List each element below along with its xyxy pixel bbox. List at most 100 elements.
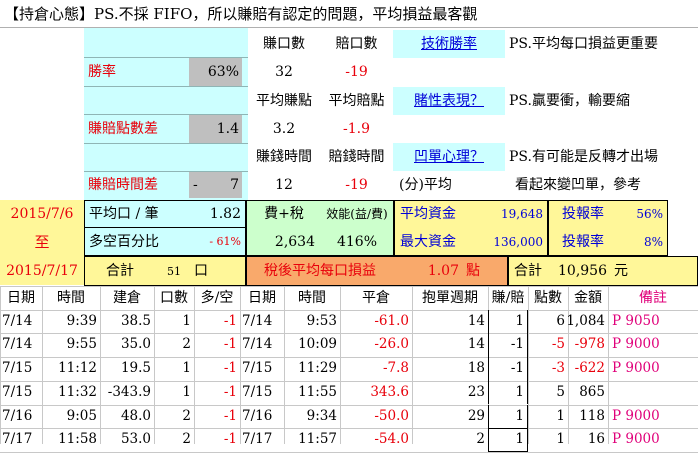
- table-cell-d2: 7/17: [242, 431, 273, 448]
- table-header-12: 金額: [574, 289, 602, 306]
- max-capital-value: 136,000: [493, 235, 543, 249]
- table-cell-wl: 1: [488, 380, 528, 405]
- table-cell-dir: -1: [223, 407, 237, 424]
- table-cell-amt: 865: [579, 383, 605, 400]
- table-cell-hold: 23: [467, 383, 485, 400]
- table-cell-close: -50.0: [374, 407, 409, 424]
- table-header-8: 平倉: [362, 289, 390, 306]
- table-cell-close: -61.0: [374, 312, 409, 329]
- table-cell-hold: 2: [476, 431, 485, 448]
- point-unit: 點: [466, 263, 480, 279]
- max-capital-label: 最大資金: [400, 234, 456, 250]
- table-cell-pts: 1: [556, 431, 565, 448]
- table-cell-d1: 7/14: [2, 336, 33, 353]
- table-cell-d2: 7/15: [242, 360, 273, 377]
- col-win-qty: 賺口數: [263, 36, 305, 52]
- table-header-3: 建倉: [113, 289, 141, 306]
- table-header-13: 備註: [639, 289, 667, 306]
- avg-per-trade-label: 平均口 / 筆: [89, 206, 159, 222]
- date-to: 2015/7/17: [6, 262, 78, 279]
- loss-time-label: 賠錢時間: [328, 149, 385, 165]
- roi-label: 投報率: [562, 206, 604, 222]
- table-cell-dir: -1: [223, 431, 237, 448]
- total-qty: 51: [167, 264, 181, 278]
- after-tax-label: 稅後平均每口損益: [264, 263, 376, 279]
- table-cell-close: -26.0: [374, 336, 409, 353]
- table-cell-note: P 9000: [612, 360, 660, 377]
- date-to-label: 至: [34, 233, 50, 251]
- efficiency-label: 效能(益/費): [326, 207, 388, 221]
- table-cell-t2: 10:09: [298, 336, 337, 353]
- table-cell-amt: 118: [579, 407, 605, 424]
- table-cell-t1: 9:05: [66, 407, 97, 424]
- table-cell-pts: -3: [551, 360, 565, 377]
- qty-unit: 口: [194, 263, 208, 279]
- dip-link[interactable]: 凹單心理？: [393, 143, 505, 171]
- total-label: 合計: [106, 263, 134, 279]
- table-header-10: 賺/賠: [491, 289, 525, 306]
- roi2-label: 投報率: [562, 234, 604, 250]
- table-cell-t1: 9:55: [66, 336, 97, 353]
- table-cell-d1: 7/16: [2, 407, 33, 424]
- table-cell-t1: 9:39: [66, 312, 97, 329]
- table-cell-wl: 1: [488, 309, 528, 334]
- table-cell-hold: 14: [467, 312, 485, 329]
- roi-value: 56%: [636, 207, 663, 221]
- page-title: 【持倉心態】PS.不採 FIFO，所以賺賠有認定的問題，平均損益最客觀: [4, 5, 478, 23]
- table-cell-close: -54.0: [374, 431, 409, 448]
- table-cell-d2: 7/14: [242, 312, 273, 329]
- table-cell-qty: 2: [182, 407, 191, 424]
- table-cell-amt: 1,084: [568, 312, 605, 329]
- table-cell-dir: -1: [223, 360, 237, 377]
- table-cell-wl: 1: [488, 404, 528, 429]
- table-cell-wl: -1: [488, 333, 528, 358]
- table-cell-amt: 16: [587, 431, 605, 448]
- note-4: 看起來變凹單，參考: [515, 177, 641, 193]
- table-cell-hold: 18: [467, 360, 485, 377]
- avg-loss-value: -1.9: [343, 121, 370, 137]
- table-cell-t1: 11:32: [58, 383, 97, 400]
- table-cell-open: 35.0: [120, 336, 151, 353]
- note-3: PS.有可能是反轉才出場: [509, 149, 658, 165]
- table-cell-qty: 1: [182, 312, 191, 329]
- table-cell-qty: 1: [182, 360, 191, 377]
- table-cell-dir: -1: [223, 312, 237, 329]
- table-cell-amt: -622: [574, 360, 605, 377]
- avg-win-value: 3.2: [272, 121, 296, 137]
- avg-min-label: (分)平均: [399, 177, 452, 193]
- win-rate-value: 63%: [207, 64, 239, 80]
- table-cell-open: 38.5: [120, 312, 151, 329]
- grid-line: [84, 143, 248, 144]
- table-cell-close: -7.8: [382, 360, 409, 377]
- table-cell-open: -343.9: [107, 383, 151, 400]
- gambling-link[interactable]: 賭性表現？: [393, 87, 505, 115]
- win-time-value: 12: [275, 177, 293, 193]
- win-rate-label: 勝率: [88, 64, 116, 80]
- win-rate-link[interactable]: 技術勝率: [393, 30, 505, 58]
- note-1: PS.平均每口損益更重要: [509, 36, 658, 52]
- table-cell-t2: 11:55: [298, 383, 337, 400]
- table-cell-t2: 11:57: [298, 431, 337, 448]
- efficiency-value: 416%: [336, 234, 378, 250]
- table-cell-pts: 5: [556, 383, 565, 400]
- table-cell-t1: 11:58: [58, 431, 97, 448]
- table-cell-d2: 7/16: [242, 407, 273, 424]
- loss-time-value: -19: [345, 177, 368, 193]
- table-cell-open: 19.5: [120, 360, 151, 377]
- avg-loss-label: 平均賠點: [328, 93, 385, 109]
- table-cell-hold: 29: [467, 407, 485, 424]
- roi2-value: 8%: [643, 235, 663, 249]
- table-cell-note: [608, 381, 698, 405]
- table-cell-note: P 9050: [612, 312, 660, 329]
- avg-per-trade-value: 1.82: [209, 206, 241, 222]
- table-header-11: 點數: [534, 289, 562, 306]
- table-cell-amt: -978: [574, 336, 605, 353]
- fee-tax-value: 2,634: [274, 234, 315, 250]
- table-cell-qty: 2: [182, 336, 191, 353]
- table-cell-t2: 9:53: [306, 312, 337, 329]
- table-header-6: 日期: [248, 289, 276, 306]
- long-short-value: - 61%: [209, 235, 241, 248]
- grid-line: [84, 86, 248, 87]
- win-qty-value: 32: [275, 64, 293, 80]
- table-cell-dir: -1: [223, 383, 237, 400]
